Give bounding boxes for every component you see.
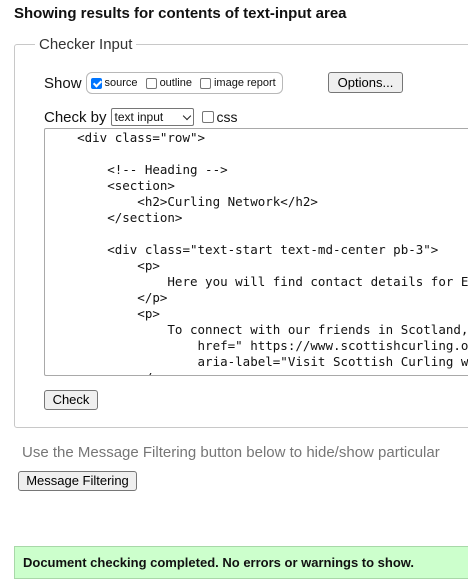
check-by-row: Check by text input css [44, 108, 238, 126]
text-input-area[interactable]: <div class="row"> <!-- Heading --> <sect… [44, 128, 468, 376]
show-label: Show [44, 74, 82, 92]
source-checkbox[interactable] [90, 77, 102, 89]
show-row: Show source outline image report [44, 72, 283, 94]
outline-checkbox[interactable] [145, 77, 157, 89]
show-source-option[interactable]: source [90, 77, 138, 89]
check-button[interactable]: Check [44, 390, 98, 410]
page-title: Showing results for contents of text-inp… [14, 5, 347, 22]
css-checkbox[interactable] [201, 111, 214, 123]
show-options-group: source outline image report [85, 72, 283, 94]
check-by-label: Check by [44, 108, 107, 126]
validator-results-page: Showing results for contents of text-inp… [0, 0, 468, 584]
message-filtering-button[interactable]: Message Filtering [18, 471, 137, 491]
code-line: </section> [47, 210, 183, 225]
checker-input-legend: Checker Input [39, 36, 133, 53]
code-line: Here you will find contact details for E [47, 274, 468, 289]
code-content: <div class="row"> <!-- Heading --> <sect… [45, 129, 468, 375]
code-line: </p> [47, 370, 468, 375]
status-message: Document checking completed. No errors o… [14, 546, 468, 579]
code-line: </p> [47, 290, 168, 305]
css-option[interactable]: css [201, 109, 238, 125]
code-line: <p> [47, 258, 160, 273]
check-by-select[interactable]: text input [110, 108, 194, 126]
code-line: <h2>Curling Network</h2> [47, 194, 318, 209]
code-line: <div class="text-start text-md-center pb… [47, 242, 439, 257]
options-button[interactable]: Options... [328, 72, 403, 93]
code-line: <div class="row"> [47, 130, 206, 145]
code-line: aria-label="Visit Scottish Curling w [47, 354, 468, 369]
chevron-down-icon [182, 111, 191, 120]
show-image-report-option[interactable]: image report [199, 77, 276, 89]
code-line: <p> [47, 306, 160, 321]
source-label: source [104, 77, 138, 89]
code-line: <!-- Heading --> [47, 162, 228, 177]
code-line: To connect with our friends in Scotland, [47, 322, 468, 337]
image-report-label: image report [213, 77, 276, 89]
show-outline-option[interactable]: outline [145, 77, 192, 89]
message-filtering-note: Use the Message Filtering button below t… [22, 444, 440, 461]
code-line: href=" https://www.scottishcurling.o [47, 338, 468, 353]
image-report-checkbox[interactable] [199, 77, 211, 89]
check-by-value: text input [114, 110, 164, 124]
code-line: <section> [47, 178, 175, 193]
outline-label: outline [159, 77, 192, 89]
css-label: css [216, 109, 238, 125]
